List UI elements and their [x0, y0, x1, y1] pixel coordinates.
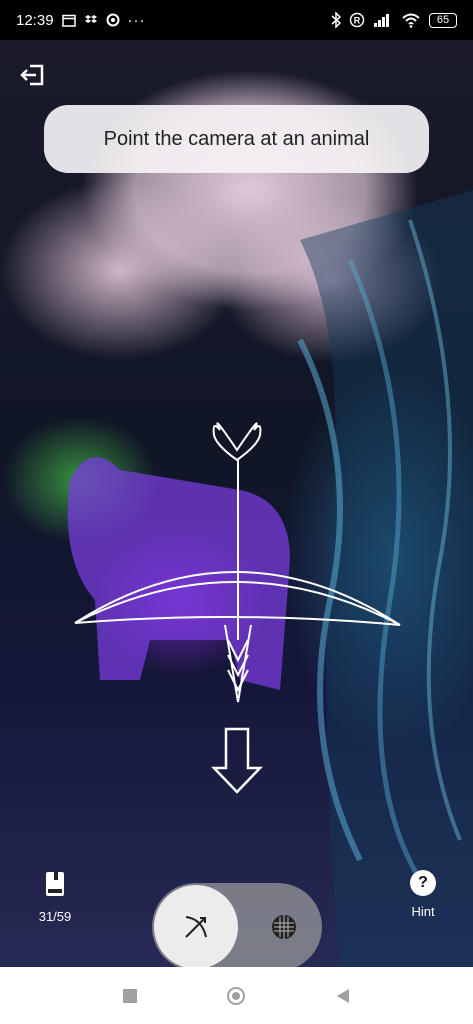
calendar-icon: [61, 14, 76, 27]
collection-count: 31/59: [38, 909, 72, 924]
help-symbol: ?: [418, 874, 428, 891]
help-icon: ?: [410, 870, 436, 896]
camera-view[interactable]: Point the camera at an animal 31/59 ? Hi…: [0, 40, 473, 967]
instruction-banner: Point the camera at an animal: [44, 105, 429, 173]
exit-icon[interactable]: [18, 60, 48, 90]
app-icon: [106, 13, 120, 27]
bow-mode-button[interactable]: [154, 885, 238, 967]
instruction-text: Point the camera at an animal: [103, 127, 370, 150]
net-icon[interactable]: [270, 913, 298, 941]
navigation-bar: [0, 967, 473, 1024]
collection-button[interactable]: 31/59: [30, 870, 80, 924]
more-icon: ···: [127, 11, 146, 29]
svg-text:R: R: [354, 16, 361, 26]
down-arrow-icon: [211, 727, 263, 794]
ar-overlay: [67, 190, 473, 967]
hint-label: Hint: [411, 904, 435, 919]
bluetooth-icon: [331, 12, 341, 28]
hint-button[interactable]: ? Hint: [400, 870, 446, 919]
battery-icon: 65: [429, 12, 457, 28]
signal-icon: [374, 14, 389, 27]
registered-icon: R: [349, 12, 365, 28]
book-icon: [46, 872, 64, 896]
recents-icon[interactable]: [122, 988, 137, 1003]
battery-level: 65: [436, 13, 450, 26]
mode-toggle[interactable]: [152, 883, 322, 967]
home-icon[interactable]: [226, 986, 245, 1005]
back-icon[interactable]: [335, 988, 351, 1004]
status-time: 12:39: [16, 11, 54, 29]
status-bar: 12:39 ··· R 65: [0, 0, 473, 40]
wifi-icon: [402, 13, 420, 28]
bow-arrow-icon: [185, 916, 207, 938]
dropbox-icon: [84, 14, 97, 23]
